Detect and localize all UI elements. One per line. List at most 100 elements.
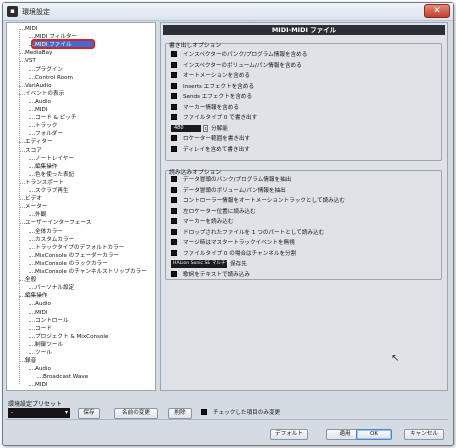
option-checkbox[interactable]: インスペクターのパンク/プログラム情報を含める [171,51,307,59]
rename-preset-button[interactable]: 名前の変更 [114,408,158,419]
import-group-title: 読み込みオプション [169,170,222,176]
tree-item[interactable]: ツール [35,349,52,357]
tree-item[interactable]: 全体カラー [35,228,63,236]
option-checkbox[interactable]: コントローラー情報をオートメーショントラックとして読み込む [171,197,345,205]
tree-item[interactable]: プラグイン [35,66,63,74]
option-checkbox[interactable]: 左ロケーター位置に読み込む [171,207,256,216]
tree-item[interactable]: メーター [25,203,47,211]
tree-item[interactable]: MediaBay [25,49,52,57]
tree-item[interactable]: 制御ツール [35,341,63,349]
tree-item[interactable]: 外観 [35,211,46,219]
tree-item[interactable]: MixConsole のラックカラー [35,260,108,268]
title-bar[interactable]: ▪ 環境設定 ✕ [3,3,453,21]
option-checkbox[interactable]: Inserts エフェクトを含める [171,82,254,91]
tree-item[interactable]: VariAudio [25,82,52,90]
tree-item[interactable]: MIDI [25,25,37,33]
tree-item[interactable]: 色を使った表記 [35,171,74,179]
tree-item[interactable]: ノートレイヤー [35,155,74,163]
tree-item[interactable]: 編集操作 [25,292,47,300]
preset-select[interactable]: - ▾ [8,408,70,418]
option-checkbox[interactable]: オートメーションを含める [171,72,250,80]
tree-item[interactable]: ビデオ [25,195,42,203]
checkbox-box[interactable] [171,239,177,245]
option-checkbox[interactable]: ファイルタイプ 0 の場合はチャンネルを分割 [171,249,296,258]
checkbox-box[interactable] [171,249,177,256]
delete-preset-button[interactable]: 削除 [168,408,192,419]
close-button[interactable]: ✕ [424,4,450,18]
option-checkbox[interactable]: データ冒頭のボリューム/パン情報を抽出 [171,186,286,195]
option-checkbox[interactable]: 歌詞をテキストで読み込み [171,270,250,279]
tree-item[interactable]: コード & ピッチ [35,114,76,122]
checkbox-box[interactable] [171,93,177,99]
checkbox-box[interactable] [171,82,177,89]
checkbox-box[interactable] [171,51,177,57]
checkbox-box[interactable] [171,218,177,224]
tree-item[interactable]: トラック [35,122,57,130]
tree-item[interactable]: エディター [25,138,53,146]
tree-item[interactable]: パーソナル設定 [35,284,74,292]
tree-item[interactable]: Audio [35,365,51,373]
tree-item[interactable]: VST [25,57,36,65]
tree-item[interactable]: コントロール [35,317,69,325]
checkbox-box[interactable] [171,135,177,141]
checkbox-box[interactable] [171,207,177,214]
option-label: ロケーター範囲を書き出す [183,136,251,142]
checkbox-box[interactable] [171,145,177,152]
checkbox-box[interactable] [171,103,177,110]
tree-item[interactable]: 編集操作 [35,163,57,171]
tree-item[interactable]: カスタムカラー [35,236,74,244]
tree-item[interactable]: MIDI [35,309,47,317]
tree-item[interactable]: Control Room [35,74,73,82]
tree-item[interactable]: ユーザーインターフェース [25,219,91,227]
preferences-tree[interactable]: MIDI MIDI フィルター MIDI ファイル MediaBay VST プラグイン C… [6,22,156,391]
option-checkbox[interactable]: データ冒頭のバンク/プログラム情報を抽出 [171,176,291,184]
option-checkbox[interactable]: インスペクターのボリューム/パン情報を含める [171,61,302,70]
defaults-button[interactable]: デフォルト [270,429,308,440]
checkbox-box[interactable] [201,409,207,415]
resolution-input[interactable]: 480 [171,124,201,132]
checkbox-box[interactable] [171,61,177,68]
tree-item[interactable]: 録音 [25,357,36,365]
checkbox-box[interactable] [171,186,177,193]
checkbox-box[interactable] [171,228,177,235]
checkbox-box[interactable] [171,114,177,120]
option-checkbox[interactable]: Sends エフェクトを含める [171,93,252,101]
destination-dropdown[interactable]: HALion Sonic SE マルチティンバー [171,260,248,268]
tree-item[interactable]: プロジェクト & MixConsole [35,333,108,341]
tree-item[interactable]: 全般 [25,276,36,284]
tree-item[interactable]: Audio [35,300,51,308]
tree-item[interactable]: MIDI [35,381,47,389]
save-preset-button[interactable]: 保存 [78,408,100,419]
tree-item[interactable]: フォルダー [35,130,63,138]
tree-item[interactable]: Audio [35,98,51,106]
option-checkbox[interactable]: マージ時はマスタートラックイベントを無視 [171,239,295,247]
export-group-title: 書き出しオプション [169,43,222,49]
option-checkbox[interactable]: ドロップされたファイルを 1 つのパートとして読み込む [171,228,324,237]
destination-row: HALion Sonic SE マルチティンバー保存先 [171,260,248,268]
tree-item[interactable]: スコア [25,147,42,155]
option-checkbox[interactable]: マーカー情報を含める [171,103,239,112]
tree-item[interactable]: Broadcast Wave [43,373,88,381]
resolution-stepper[interactable]: ⇕ [203,124,208,132]
option-checkbox[interactable]: ファイルタイプ 0 で書き出す [171,114,257,122]
tree-item[interactable]: トランスポート [25,179,64,187]
tree-item[interactable]: コード [35,325,52,333]
cancel-button[interactable]: キャンセル [404,429,444,440]
option-checkbox[interactable]: ディレイを含めて書き出す [171,145,250,154]
option-checkbox[interactable]: マーカーを読み込む [171,218,233,226]
checkbox-box[interactable] [171,176,177,182]
tree-item[interactable]: トラックタイプのデフォルトカラー [35,244,124,252]
checkbox-box[interactable] [171,72,177,78]
tree-item[interactable]: MIDI ファイル [35,41,72,49]
checkbox-box[interactable] [171,270,177,277]
tree-item[interactable]: MixConsole のチャンネルストリップカラー [35,268,147,276]
tree-item[interactable]: MIDI フィルター [35,33,77,41]
option-checkbox[interactable]: ロケーター範囲を書き出す [171,135,250,143]
checkbox-box[interactable] [171,197,177,203]
only-changed-checkbox[interactable]: チェックした項目のみ変更 [201,408,280,416]
tree-item[interactable]: スクラブ再生 [35,187,69,195]
tree-item[interactable]: MixConsole のフェーダーカラー [35,252,119,260]
ok-button[interactable]: OK [356,429,392,440]
tree-item[interactable]: イベントの表示 [25,90,64,98]
tree-item[interactable]: MIDI [35,106,47,114]
